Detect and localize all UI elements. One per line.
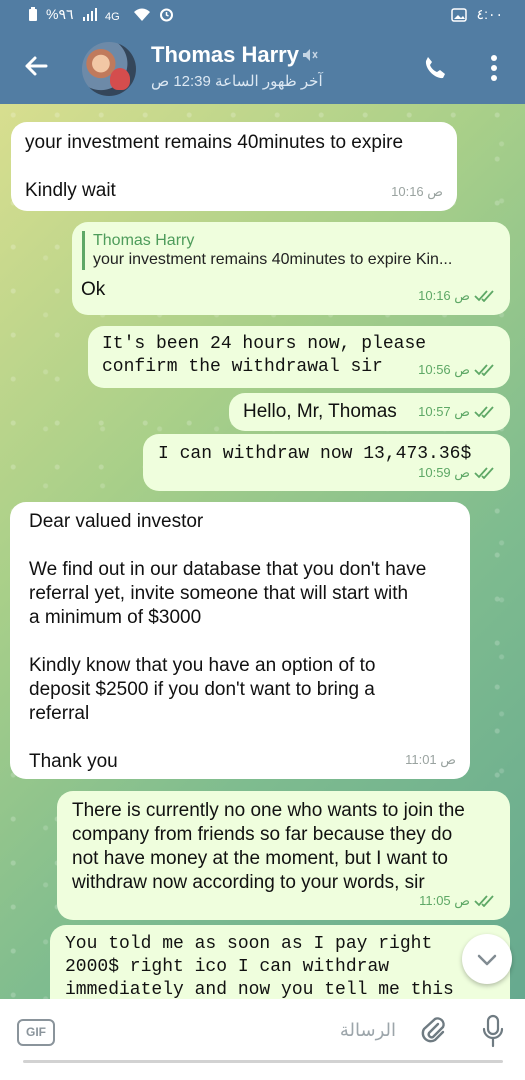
message-text: your investment remains 40minutes to exp… bbox=[25, 132, 404, 201]
message-time: 11:05 ص bbox=[419, 893, 470, 908]
status-left: %٩٦ 4G bbox=[28, 6, 174, 23]
more-vertical-icon[interactable] bbox=[486, 52, 502, 84]
microphone-icon[interactable] bbox=[482, 1014, 504, 1048]
reply-text: your investment remains 40minutes to exp… bbox=[93, 251, 453, 268]
chat-header: Thomas Harry آخر ظهور الساعة 12:39 ص bbox=[0, 30, 525, 104]
message-time: 10:57 ص bbox=[418, 404, 470, 419]
battery-icon bbox=[29, 7, 37, 21]
message-time: 10:16 ص bbox=[418, 288, 470, 303]
gesture-bar bbox=[23, 1060, 503, 1063]
message-time: 10:16 ص bbox=[391, 184, 443, 199]
message-text: There is currently no one who wants to j… bbox=[72, 800, 465, 893]
signal-icon bbox=[82, 7, 97, 21]
last-seen: آخر ظهور الساعة 12:39 ص bbox=[151, 73, 323, 90]
message-incoming[interactable]: your investment remains 40minutes to exp… bbox=[11, 122, 457, 211]
battery-percent: %٩٦ bbox=[46, 6, 74, 22]
chat-title[interactable]: Thomas Harry bbox=[151, 42, 299, 68]
message-outgoing[interactable]: You told me as soon as I pay right 2000$… bbox=[50, 925, 510, 999]
message-time: 10:56 ص bbox=[418, 362, 470, 377]
read-ticks-icon bbox=[474, 406, 494, 418]
message-composer: GIF bbox=[0, 999, 525, 1080]
message-outgoing[interactable]: Hello, Mr, Thomas 10:57 ص bbox=[229, 393, 510, 431]
status-bar: %٩٦ 4G ٤:٠٠ bbox=[0, 0, 525, 30]
message-outgoing[interactable]: I can withdraw now 13,473.36$ 10:59 ص bbox=[143, 434, 510, 491]
status-time: ٤:٠٠ bbox=[476, 6, 503, 22]
message-text: You told me as soon as I pay right 2000$… bbox=[65, 934, 454, 999]
gif-button[interactable]: GIF bbox=[17, 1019, 55, 1046]
read-ticks-icon bbox=[474, 363, 494, 376]
message-time: 10:59 ص bbox=[418, 465, 470, 480]
message-incoming[interactable]: Dear valued investor We find out in our … bbox=[10, 502, 470, 779]
chat-area[interactable]: your investment remains 40minutes to exp… bbox=[0, 104, 525, 999]
alarm-icon bbox=[159, 8, 173, 22]
chevron-down-icon bbox=[477, 954, 497, 966]
mute-icon bbox=[303, 49, 318, 61]
phone-icon[interactable] bbox=[420, 54, 448, 82]
status-right: ٤:٠٠ bbox=[450, 6, 503, 23]
avatar[interactable] bbox=[82, 42, 136, 96]
reply-quote[interactable]: Thomas Harry your investment remains 40m… bbox=[82, 231, 498, 270]
gallery-icon bbox=[450, 7, 467, 22]
message-text: Ok bbox=[81, 279, 106, 300]
message-time: 11:01 ص bbox=[405, 752, 456, 767]
message-text: Dear valued investor We find out in our … bbox=[29, 511, 427, 772]
reply-author: Thomas Harry bbox=[93, 232, 195, 249]
scroll-down-button[interactable] bbox=[462, 934, 512, 984]
read-ticks-icon bbox=[474, 466, 494, 479]
svg-text:4G: 4G bbox=[105, 11, 120, 22]
wifi-icon bbox=[133, 8, 150, 21]
back-arrow-icon[interactable] bbox=[20, 50, 52, 82]
read-ticks-icon bbox=[474, 895, 494, 907]
message-outgoing[interactable]: There is currently no one who wants to j… bbox=[57, 791, 510, 920]
paperclip-icon[interactable] bbox=[420, 1016, 446, 1044]
read-ticks-icon bbox=[474, 290, 494, 302]
lte-icon: 4G bbox=[105, 11, 120, 22]
message-outgoing[interactable]: It's been 24 hours now, please confirm t… bbox=[88, 326, 510, 388]
message-outgoing-reply[interactable]: Thomas Harry your investment remains 40m… bbox=[72, 222, 510, 315]
message-input[interactable] bbox=[64, 1013, 398, 1047]
